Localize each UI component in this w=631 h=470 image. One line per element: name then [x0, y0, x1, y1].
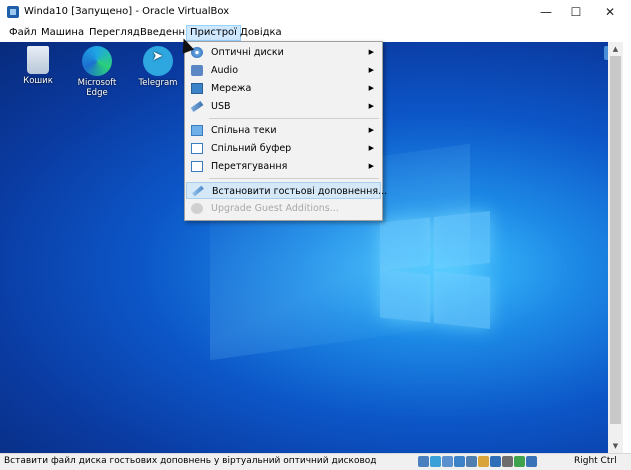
menu-separator	[209, 178, 379, 179]
menu-item-install-guest-additions[interactable]: Встановити гостьові доповнення...	[186, 182, 387, 199]
submenu-arrow-icon: ▶	[368, 126, 374, 134]
menu-item-upgrade-guest-additions: Upgrade Guest Additions...	[186, 200, 381, 217]
menu-view[interactable]: Перегляд	[86, 26, 143, 40]
menu-item-label: USB	[211, 101, 231, 112]
menu-item-label: Спільна теки	[211, 125, 277, 136]
recording-status-icon[interactable]	[502, 456, 513, 467]
menu-bar: Файл Машина Перегляд Введення Пристрої Д…	[0, 24, 631, 42]
submenu-arrow-icon: ▶	[368, 162, 374, 170]
scroll-thumb[interactable]	[610, 56, 621, 424]
drag-drop-icon	[191, 161, 203, 172]
usb-status-icon[interactable]	[466, 456, 477, 467]
scroll-up-arrow-icon[interactable]: ▲	[608, 42, 623, 56]
keyboard-capture-icon[interactable]	[526, 456, 537, 467]
audio-icon	[191, 65, 203, 76]
submenu-arrow-icon: ▶	[368, 102, 374, 110]
menu-help[interactable]: Довідка	[237, 26, 285, 40]
menu-item-label: Оптичні диски	[211, 47, 284, 58]
menu-machine[interactable]: Машина	[38, 26, 87, 40]
network-icon	[191, 83, 203, 94]
scroll-down-arrow-icon[interactable]: ▼	[608, 439, 623, 453]
menu-item-shared-clipboard[interactable]: Спільний буфер ▶	[186, 140, 381, 157]
close-button[interactable]: ✕	[596, 3, 624, 21]
network-status-icon[interactable]	[454, 456, 465, 467]
submenu-arrow-icon: ▶	[368, 66, 374, 74]
submenu-arrow-icon: ▶	[368, 84, 374, 92]
menu-item-usb[interactable]: USB ▶	[186, 98, 381, 115]
shared-clipboard-icon	[191, 143, 203, 154]
submenu-arrow-icon: ▶	[368, 144, 374, 152]
window-title: Winda10 [Запущено] - Oracle VirtualBox	[24, 6, 230, 17]
shared-folders-icon	[191, 125, 203, 136]
menu-item-optical-disks[interactable]: Оптичні диски ▶	[186, 44, 381, 61]
menu-item-drag-drop[interactable]: Перетягування ▶	[186, 158, 381, 175]
menu-item-label: Перетягування	[211, 161, 288, 172]
desktop-icon-telegram[interactable]: Telegram	[131, 46, 185, 88]
menu-item-label: Audio	[211, 65, 239, 76]
menu-item-audio[interactable]: Audio ▶	[186, 62, 381, 79]
submenu-arrow-icon: ▶	[368, 48, 374, 56]
mouse-integration-icon[interactable]	[514, 456, 525, 467]
audio-status-icon[interactable]	[442, 456, 453, 467]
menu-item-label: Спільний буфер	[211, 143, 292, 154]
windows-logo	[380, 211, 490, 329]
desktop-icon-label: Microsoft Edge	[77, 78, 117, 98]
desktop-icon-label: Telegram	[138, 78, 178, 88]
desktop-icon-edge[interactable]: Microsoft Edge	[70, 46, 124, 98]
virtualbox-icon	[7, 6, 19, 18]
shared-folder-status-icon[interactable]	[478, 456, 489, 467]
hard-disk-icon[interactable]	[418, 456, 429, 467]
telegram-icon	[143, 46, 173, 76]
status-icons	[418, 456, 537, 468]
host-key-label: Right Ctrl	[574, 456, 617, 466]
desktop-icon-recycle-bin[interactable]: Кошик	[11, 46, 65, 86]
devices-menu: Оптичні диски ▶ Audio ▶ Мережа ▶ USB ▶ С…	[184, 41, 387, 221]
minimize-button[interactable]: —	[532, 3, 560, 21]
menu-item-label: Upgrade Guest Additions...	[211, 203, 339, 214]
maximize-button[interactable]: ☐	[562, 3, 590, 21]
vertical-scrollbar[interactable]: ▲ ▼	[608, 42, 623, 453]
menu-item-label: Мережа	[211, 83, 252, 94]
edge-icon	[82, 46, 112, 76]
status-bar: Вставити файл диска гостьових доповнень …	[0, 453, 631, 470]
menu-item-shared-folders[interactable]: Спільна теки ▶	[186, 122, 381, 139]
desktop-icon-label: Кошик	[23, 76, 53, 86]
guest-additions-icon	[192, 185, 204, 197]
status-text: Вставити файл диска гостьових доповнень …	[4, 456, 377, 466]
usb-icon	[190, 101, 204, 112]
menu-item-network[interactable]: Мережа ▶	[186, 80, 381, 97]
display-status-icon[interactable]	[490, 456, 501, 467]
menu-separator	[209, 118, 379, 119]
menu-file[interactable]: Файл	[6, 26, 40, 40]
title-bar: Winda10 [Запущено] - Oracle VirtualBox —…	[0, 0, 631, 24]
menu-item-label: Встановити гостьові доповнення...	[212, 186, 388, 197]
optical-drive-icon[interactable]	[430, 456, 441, 467]
menu-devices[interactable]: Пристрої	[186, 25, 241, 41]
recycle-bin-icon	[27, 46, 49, 74]
upgrade-guest-additions-icon	[191, 203, 203, 214]
window-border	[623, 42, 631, 469]
